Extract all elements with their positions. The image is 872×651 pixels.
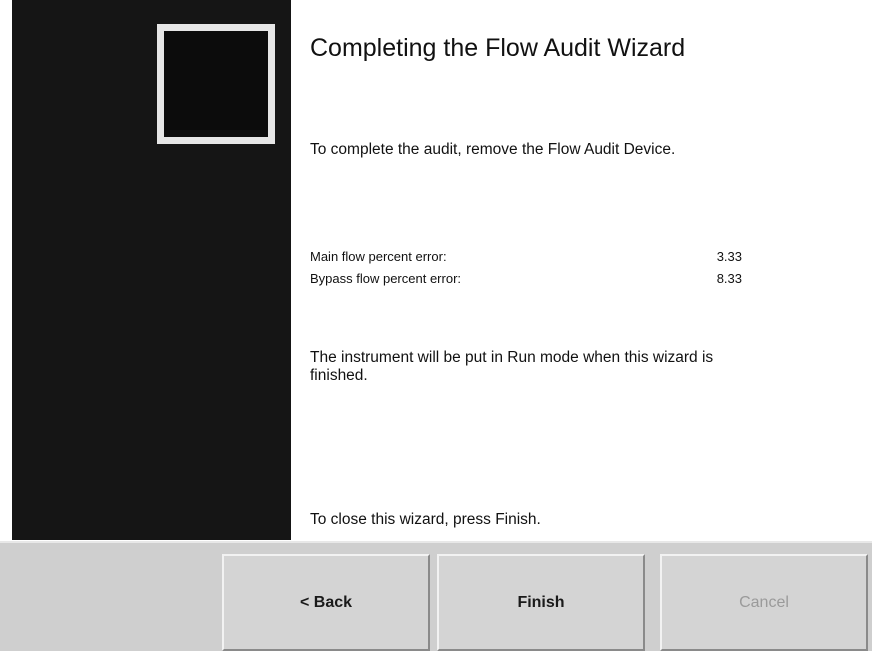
flow-audit-wizard: Completing the Flow Audit Wizard To comp… [0,0,872,651]
wizard-intro-text: To complete the audit, remove the Flow A… [310,141,676,158]
wizard-title: Completing the Flow Audit Wizard [310,34,686,62]
back-button[interactable]: < Back [222,554,430,651]
main-flow-error-label: Main flow percent error: [310,249,447,264]
close-hint-text: To close this wizard, press Finish. [310,511,541,528]
audit-results: Main flow percent error: 3.33 Bypass flo… [310,246,742,290]
wizard-content: Completing the Flow Audit Wizard To comp… [310,0,850,540]
wizard-button-bar: < Back Finish Cancel [0,541,872,651]
finish-button[interactable]: Finish [437,554,645,651]
main-flow-error-value: 3.33 [716,249,742,264]
bypass-flow-error-label: Bypass flow percent error: [310,271,462,286]
cancel-button[interactable]: Cancel [660,554,868,651]
run-mode-note: The instrument will be put in Run mode w… [310,349,714,384]
bypass-flow-error-row: Bypass flow percent error: 8.33 [310,268,742,290]
wizard-logo-image [157,24,275,144]
main-flow-error-row: Main flow percent error: 3.33 [310,246,742,268]
bypass-flow-error-value: 8.33 [716,271,742,286]
wizard-side-panel [12,0,291,540]
